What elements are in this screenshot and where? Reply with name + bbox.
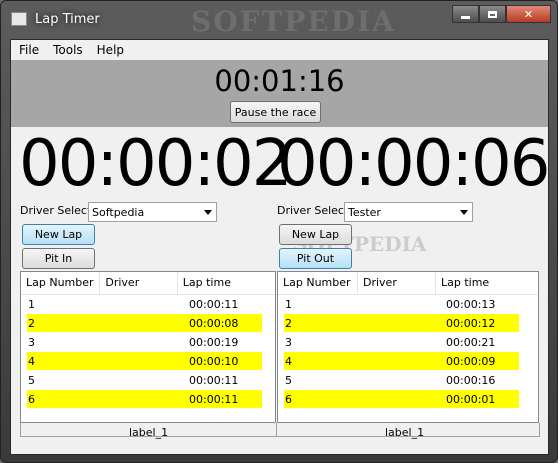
left-driver-value: Softpedia <box>92 206 145 219</box>
column-header-driver[interactable]: Driver <box>100 272 178 294</box>
menu-file[interactable]: File <box>11 40 45 60</box>
table-row[interactable]: 2 00:00:08 <box>21 314 275 333</box>
table-row[interactable]: 6 00:00:11 <box>21 390 275 409</box>
footer-divider <box>276 423 277 437</box>
left-driver-label: Driver Select: <box>20 204 95 217</box>
table-row[interactable]: 3 00:00:19 <box>21 333 275 352</box>
table-row[interactable]: 6 00:00:01 <box>278 390 538 409</box>
right-footer-label: label_1 <box>385 426 425 439</box>
table-row[interactable]: 2 00:00:12 <box>278 314 538 333</box>
column-header-lap-time[interactable]: Lap time <box>178 272 275 294</box>
client-area: File Tools Help 00:01:16 Pause the race … <box>10 39 550 455</box>
left-lap-timer: 00:00:02 <box>19 127 292 201</box>
window-title: Lap Timer <box>35 12 100 27</box>
maximize-button[interactable] <box>479 5 506 23</box>
column-header-driver[interactable]: Driver <box>358 272 436 294</box>
column-header-lap-time[interactable]: Lap time <box>436 272 534 294</box>
watermark-logo: SOFTPEDIA <box>191 5 396 38</box>
chevron-down-icon <box>460 210 468 215</box>
table-row[interactable]: 4 00:00:10 <box>21 352 275 371</box>
column-header-lap-number[interactable]: Lap Number <box>278 272 358 294</box>
left-driver-select[interactable]: Softpedia <box>88 202 217 222</box>
pause-race-button[interactable]: Pause the race <box>230 101 321 123</box>
table-row[interactable]: 5 00:00:11 <box>21 371 275 390</box>
minimize-button[interactable] <box>452 5 479 23</box>
menu-help[interactable]: Help <box>89 40 130 60</box>
left-lap-list[interactable]: Lap Number Driver Lap time 1 00:00:11 2 00… <box>20 271 276 423</box>
right-lap-list[interactable]: Lap Number Driver Lap time 1 00:00:13 2 00… <box>277 271 539 423</box>
table-row[interactable]: 1 00:00:11 <box>21 295 275 314</box>
minimize-icon <box>461 15 470 19</box>
close-button[interactable]: ✕ <box>506 5 551 23</box>
maximize-icon <box>488 10 497 18</box>
left-pit-in-button[interactable]: Pit In <box>22 248 95 269</box>
status-footer: label_1 label_1 <box>11 423 548 455</box>
right-pit-out-button[interactable]: Pit Out <box>279 248 352 269</box>
close-icon: ✕ <box>523 7 534 21</box>
left-rows: 1 00:00:11 2 00:00:08 3 00:00:19 4 00:00:10 … <box>21 295 275 409</box>
right-driver-label: Driver Select: <box>277 204 352 217</box>
left-list-header: Lap Number Driver Lap time <box>21 272 275 295</box>
race-panel: 00:01:16 Pause the race <box>11 60 548 127</box>
right-lap-timer: 00:00:06 <box>277 127 550 201</box>
footer-border <box>20 423 540 437</box>
menu-bar: File Tools Help <box>11 40 548 60</box>
right-rows: 1 00:00:13 2 00:00:12 3 00:00:21 4 00:00:09 … <box>278 295 538 409</box>
app-window: Lap Timer SOFTPEDIA ✕ File Tools Help 00… <box>0 0 558 463</box>
left-new-lap-button[interactable]: New Lap <box>22 224 95 245</box>
column-header-lap-number[interactable]: Lap Number <box>21 272 101 294</box>
table-row[interactable]: 5 00:00:16 <box>278 371 538 390</box>
left-footer-label: label_1 <box>129 426 169 439</box>
right-driver-select[interactable]: Tester <box>344 202 473 222</box>
right-driver-value: Tester <box>348 206 381 219</box>
right-list-header: Lap Number Driver Lap time <box>278 272 538 295</box>
table-row[interactable]: 3 00:00:21 <box>278 333 538 352</box>
title-bar[interactable]: Lap Timer SOFTPEDIA ✕ <box>1 1 557 39</box>
menu-tools[interactable]: Tools <box>45 40 89 60</box>
app-icon <box>11 12 27 26</box>
right-new-lap-button[interactable]: New Lap <box>279 224 352 245</box>
race-time: 00:01:16 <box>214 64 345 98</box>
table-row[interactable]: 4 00:00:09 <box>278 352 538 371</box>
table-row[interactable]: 1 00:00:13 <box>278 295 538 314</box>
chevron-down-icon <box>204 210 212 215</box>
